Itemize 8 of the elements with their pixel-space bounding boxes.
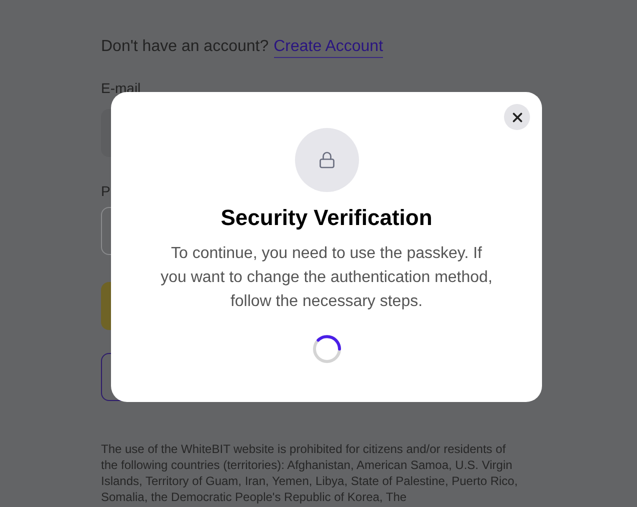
disclaimer-text: The use of the WhiteBIT website is prohibited for citizens and/or residents of the following countries (territories): Afghanistan, American Samoa, U.S. Virgin Islands, Territory of Guam, Iran, Yemen, Libya, State of Palestine, Puerto Rico, Somalia, the Democratic People's Republic of Korea, The	[101, 441, 519, 505]
lock-icon	[318, 151, 336, 169]
field-label: P	[101, 183, 110, 199]
dialog-message: To continue, you need to use the passkey. If you want to change the authentication method, follow the necessary steps.	[160, 244, 494, 312]
dialog-title: Security Verification	[220, 204, 432, 232]
signup-prompt: Don't have an account?	[101, 37, 269, 57]
create-account-link[interactable]: Create Account	[274, 37, 384, 58]
close-button[interactable]	[504, 104, 530, 130]
